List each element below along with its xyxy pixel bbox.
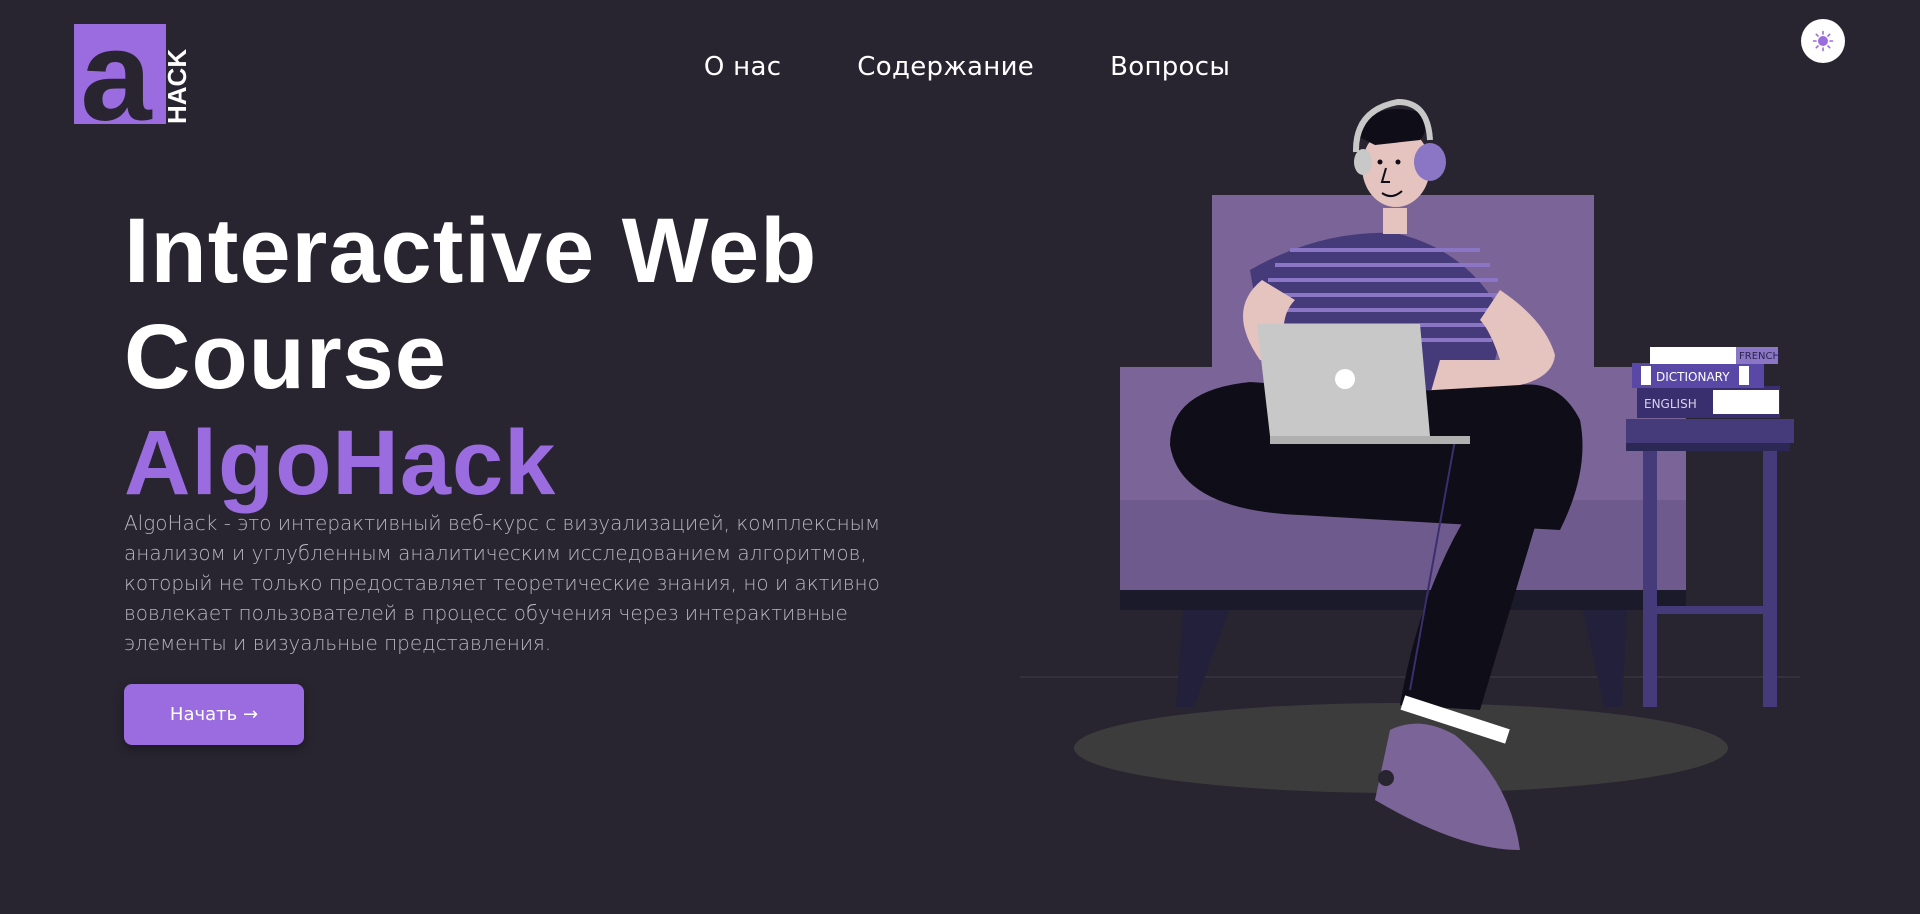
hero-description: AlgoHack - это интерактивный веб-курс с …	[124, 511, 881, 655]
start-button[interactable]: Начать →	[124, 684, 304, 745]
sun-icon	[1812, 30, 1834, 52]
hero-title-accent: AlgoHack	[124, 412, 557, 514]
nav-about-link[interactable]: О нас	[704, 52, 781, 82]
landing-page: a HACK О нас Содержание Вопросы Interact…	[0, 0, 1920, 914]
hero-title: Interactive Web Course AlgoHack	[124, 198, 817, 516]
nav-questions-link[interactable]: Вопросы	[1110, 52, 1230, 82]
theme-toggle-button[interactable]	[1801, 19, 1845, 63]
hero-title-line1: Interactive Web	[124, 200, 818, 302]
book-english-label: ENGLISH	[1644, 397, 1697, 411]
student-on-couch-illustration: ENGLISH DICTIONARY FRENCH	[1020, 98, 1800, 850]
hero-title-line2: Course	[124, 306, 447, 408]
book-dictionary-label: DICTIONARY	[1656, 370, 1730, 384]
nav-contents-link[interactable]: Содержание	[857, 52, 1034, 82]
main-nav: О нас Содержание Вопросы	[0, 52, 1920, 82]
book-french-label: FRENCH	[1739, 351, 1780, 362]
